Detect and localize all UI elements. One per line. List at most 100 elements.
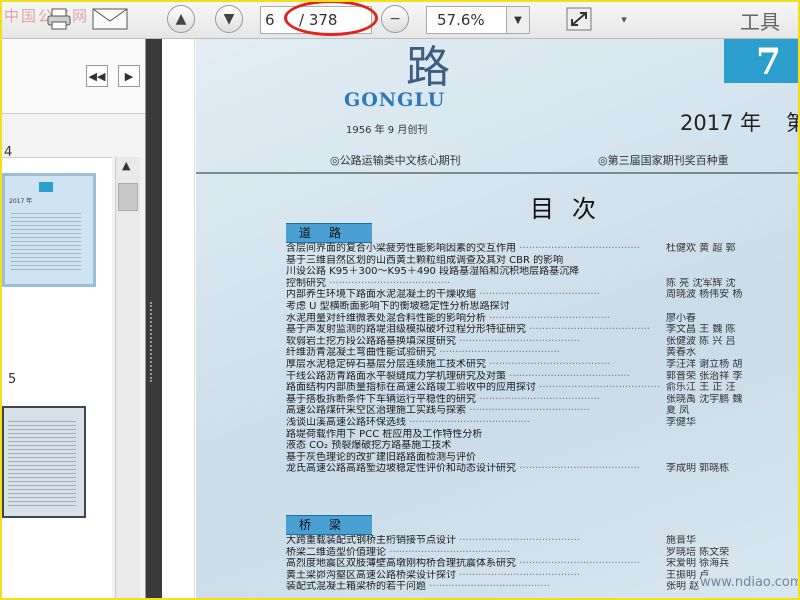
scrollbar-thumb[interactable]	[118, 183, 138, 211]
next-page-icon: ▼	[215, 5, 243, 33]
header-rule	[196, 172, 798, 174]
document-view[interactable]: 路 7 GONGLU 1956 年 9 月创刊 2017 年 第 ◎公路运输类中…	[162, 39, 798, 598]
toc-entry-authors: 张晓禹 沈宇鹏 魏	[666, 393, 743, 405]
toc-entry[interactable]: 基于灰色理论的改扩建旧路路面检测与评价	[286, 452, 798, 464]
zoom-value[interactable]: 57.6%	[437, 11, 485, 29]
toc-entry-authors: 郭普荣 张治祥 李	[666, 370, 743, 382]
page-thumbnail[interactable]: 2017 年	[2, 173, 96, 287]
toc-entry[interactable]: 路堤荷载作用下 PCC 桩应用及工作特性分析	[286, 429, 798, 441]
toc-entry-authors: 张明 赵	[666, 581, 700, 593]
toc-leader-dots: ······································	[456, 535, 580, 546]
toc-entry[interactable]: 液态 CO₂ 预裂爆破挖方路基施工技术	[286, 440, 798, 452]
site-watermark: www.ndiao.com	[700, 575, 798, 590]
toc-entry-title: 纤维沥青混凝土弯曲性能试验研究	[286, 347, 436, 359]
toc-entry[interactable]: 纤维沥青混凝土弯曲性能试验研究 ························…	[286, 347, 798, 359]
toc-entry-title: 软弱岩土挖方段公路路基换填深度研究	[286, 335, 456, 347]
toc-entry[interactable]: 基于三维自然区划的山西黄土颗粒组成调查及其对 CBR 的影响	[286, 255, 798, 267]
section-heading: 桥梁	[286, 515, 372, 535]
toolbar: 中国公路网 ▲ ▼ 6 / 378 − 57.6% ▼ ▾ 工具	[2, 2, 798, 39]
email-button[interactable]	[90, 6, 130, 32]
toc-leader-dots: ······································	[516, 463, 640, 475]
toc-leader-dots: ······································	[476, 393, 600, 405]
toc-entry[interactable]: 大跨重载装配式钢桥主桁销接节点设计 ······················…	[286, 535, 798, 547]
toc-entry-authors: 夏 凤	[666, 405, 690, 417]
highlight-circle	[284, 2, 378, 36]
double-chevron-left-icon: ◀◀	[88, 69, 106, 83]
award-note: ◎第三届国家期刊奖百种重	[598, 154, 729, 167]
next-page-button[interactable]: ▼	[214, 5, 244, 33]
thumb-page-label: 5	[8, 372, 17, 387]
toc-leader-dots: ······································	[516, 558, 640, 570]
zoom-select[interactable]: 57.6% ▼	[426, 6, 530, 34]
toc-entry-title: 浅谈山溪高速公路环保选线	[286, 416, 406, 428]
toc-leader-dots: ······································	[326, 277, 450, 289]
toc-leader-dots: ······································	[486, 358, 610, 370]
toc-entry[interactable]: 龙氏高速公路高路堑边坡稳定性评价和动态设计研究 ················…	[286, 463, 798, 475]
toc-entry-title: 液态 CO₂ 预裂爆破挖方路基施工技术	[286, 440, 452, 452]
toc-entry[interactable]: 川设公路 K95＋300～K95＋490 段路基湿陷和沉积地层路基沉降	[286, 266, 798, 278]
toc-entry-authors: 施晋华	[666, 535, 696, 546]
toc-entry[interactable]: 控制研究 ···································…	[286, 278, 798, 290]
print-icon	[47, 8, 71, 30]
toc-entry-title: 考虑 U 型横断面影响下的衡坡稳定性分析思路探讨	[286, 300, 510, 312]
toc-entry[interactable]: 软弱岩土挖方段公路路基换填深度研究 ······················…	[286, 336, 798, 348]
print-button[interactable]	[44, 6, 74, 32]
toc-entry[interactable]: 考虑 U 型横断面影响下的衡坡稳定性分析思路探讨	[286, 301, 798, 313]
contents-title: 目次	[530, 195, 614, 223]
toc-entry-title: 基于灰色理论的改扩建旧路路面检测与评价	[286, 451, 476, 463]
panel-next-button[interactable]: ▶	[118, 65, 140, 87]
toc-entry-authors: 李成明 郭晓栋	[666, 463, 730, 475]
toc-leader-dots: ······································	[536, 382, 660, 394]
panel-header: ◀◀ ▶	[2, 39, 145, 114]
toc-entry[interactable]: 高速公路煤矸采空区治理施工实践与探索 ·····················…	[286, 405, 798, 417]
toc-entry[interactable]: 基于搭板拆断条件下车辆运行平稳性的研究 ····················…	[286, 394, 798, 406]
toolbar-menu-icon: ▾	[621, 12, 627, 26]
toc-entry[interactable]: 桥梁二维造型价值理论 ·····························…	[286, 547, 798, 559]
page-number-input[interactable]: 6	[265, 11, 275, 29]
panel-collapse-button[interactable]: ◀◀	[86, 65, 108, 87]
issue-year-tail: 第	[786, 107, 798, 137]
toc-entry-authors: 杜健欢 黄 超 郭	[666, 243, 736, 254]
toc-entry-title: 路面结构内部质量指标在高速公路竣工验收中的应用探讨	[286, 382, 536, 394]
thumbnail-list: 2017 年 5	[2, 157, 112, 598]
toc-leader-dots: ······································	[506, 370, 630, 382]
founded-date: 1956 年 9 月创刊	[346, 125, 428, 136]
fullscreen-icon	[566, 7, 592, 31]
toc-entry-authors: 李文昌 王 魏 陈	[666, 324, 736, 336]
thumb-text-lines	[8, 418, 76, 506]
toc-entry[interactable]: 路面结构内部质量指标在高速公路竣工验收中的应用探讨 ··············…	[286, 382, 798, 394]
scroll-up-icon[interactable]: ▲	[122, 159, 130, 172]
toc-entry-title: 基于搭板拆断条件下车辆运行平稳性的研究	[286, 393, 476, 405]
zoom-dropdown-icon[interactable]: ▼	[506, 7, 529, 33]
issue-year: 2017 年	[680, 111, 762, 135]
toc-entry[interactable]: 厚层水泥稳定碎石基层分层连续施工技术研究 ···················…	[286, 359, 798, 371]
journal-name-latin: GONGLU	[344, 89, 446, 111]
toc-entry-authors: 廖小春	[666, 312, 696, 324]
toc-entry[interactable]: 干线公路沥青路面水平裂缝成力学机理研究及对策 ·················…	[286, 371, 798, 383]
prev-page-button[interactable]: ▲	[166, 5, 196, 33]
tools-button[interactable]: 工具	[740, 6, 780, 35]
toc-entry[interactable]: 含层间界面的复合小梁疲劳性能影响因素的交互作用 ················…	[286, 243, 798, 255]
toc-entry[interactable]: 浅谈山溪高速公路环保选线 ···························…	[286, 417, 798, 429]
toc-entry-authors: 罗晓培 陈文荣	[666, 546, 730, 558]
toc-entry[interactable]: 水泥用量对纤维微表处混合料性能的影响分析 ···················…	[286, 313, 798, 325]
toc-entry-title: 含层间界面的复合小梁疲劳性能影响因素的交互作用	[286, 243, 516, 254]
toc-entry[interactable]: 高烈度地震区双肢薄壁高墩刚构桥合理抗震体系研究 ················…	[286, 558, 798, 570]
toc-leader-dots: ······································	[456, 569, 580, 581]
toc-entry-authors: 宋爱明 徐海兵	[666, 558, 730, 570]
page-thumbnail-selected[interactable]	[2, 406, 86, 518]
fullscreen-button[interactable]	[564, 6, 594, 32]
zoom-out-button[interactable]: −	[380, 5, 410, 33]
toc-entry[interactable]: 基于声发射监测的路堤泪级模拟破坏过程分形特征研究 ···············…	[286, 324, 798, 336]
toc-leader-dots: ······································	[526, 324, 650, 336]
splitter-grip[interactable]	[150, 302, 155, 382]
toc-list: 含层间界面的复合小梁疲劳性能影响因素的交互作用 ················…	[286, 243, 798, 475]
thumbnail-scrollbar[interactable]: ▲	[115, 157, 140, 598]
toc-entry-authors: 黄春水	[666, 347, 696, 359]
toc-entry-title: 基于三维自然区划的山西黄土颗粒组成调查及其对 CBR 的影响	[286, 254, 564, 266]
toc-entry-authors: 李健华	[666, 416, 696, 428]
thumb-issue-badge	[39, 182, 53, 192]
toolbar-menu-button[interactable]: ▾	[614, 6, 634, 32]
toc-leader-dots: ······································	[516, 243, 640, 254]
toc-entry[interactable]: 内部养生环境下路面水泥混凝土的干燥收缩 ····················…	[286, 289, 798, 301]
